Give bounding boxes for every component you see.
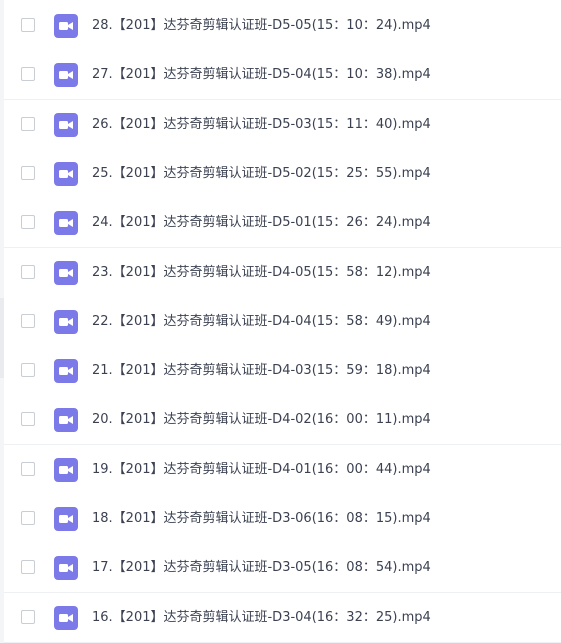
file-name[interactable]: 17.【201】达芬奇剪辑认证班-D3-05(16：08：54).mp4 <box>92 543 431 593</box>
file-name[interactable]: 22.【201】达芬奇剪辑认证班-D4-04(15：58：49).mp4 <box>92 297 431 347</box>
row-checkbox[interactable] <box>21 215 35 230</box>
row-checkbox[interactable] <box>21 264 35 279</box>
file-name[interactable]: 24.【201】达芬奇剪辑认证班-D5-01(15：26：24).mp4 <box>92 198 431 248</box>
file-name[interactable]: 23.【201】达芬奇剪辑认证班-D4-05(15：58：12).mp4 <box>92 248 431 298</box>
video-file-icon <box>54 408 78 433</box>
row-checkbox[interactable] <box>21 165 35 180</box>
file-row[interactable]: 20.【201】达芬奇剪辑认证班-D4-02(16：00：11).mp4 <box>4 395 561 446</box>
file-row[interactable]: 21.【201】达芬奇剪辑认证班-D4-03(15：59：18).mp4 <box>4 346 561 397</box>
file-row[interactable]: 16.【201】达芬奇剪辑认证班-D3-04(16：32：25).mp4 <box>4 592 561 643</box>
file-row[interactable]: 26.【201】达芬奇剪辑认证班-D5-03(15：11：40).mp4 <box>4 99 561 150</box>
file-row[interactable]: 18.【201】达芬奇剪辑认证班-D3-06(16：08：15).mp4 <box>4 494 561 544</box>
row-checkbox[interactable] <box>21 511 35 525</box>
row-checkbox[interactable] <box>21 116 35 131</box>
video-file-icon <box>54 309 78 334</box>
row-checkbox[interactable] <box>21 560 35 575</box>
video-file-icon <box>54 556 78 581</box>
file-name[interactable]: 28.【201】达芬奇剪辑认证班-D5-05(15：10：24).mp4 <box>92 1 431 51</box>
video-file-icon <box>54 260 78 285</box>
file-row[interactable]: 28.【201】达芬奇剪辑认证班-D5-05(15：10：24).mp4 <box>4 1 561 51</box>
file-row[interactable]: 19.【201】达芬奇剪辑认证班-D4-01(16：00：44).mp4 <box>4 444 561 495</box>
row-checkbox[interactable] <box>21 363 35 378</box>
file-name[interactable]: 18.【201】达芬奇剪辑认证班-D3-06(16：08：15).mp4 <box>92 494 431 544</box>
video-file-icon <box>54 457 78 482</box>
row-checkbox[interactable] <box>21 461 35 476</box>
video-file-icon <box>54 161 78 186</box>
video-file-icon <box>54 211 78 236</box>
video-file-icon <box>54 359 78 384</box>
file-name[interactable]: 16.【201】达芬奇剪辑认证班-D3-04(16：32：25).mp4 <box>92 593 431 643</box>
video-file-icon <box>54 14 78 38</box>
video-file-icon <box>54 63 78 88</box>
file-name[interactable]: 20.【201】达芬奇剪辑认证班-D4-02(16：00：11).mp4 <box>92 395 431 445</box>
row-checkbox[interactable] <box>21 18 35 32</box>
file-list: 28.【201】达芬奇剪辑认证班-D5-05(15：10：24).mp4 27.… <box>4 0 561 643</box>
file-name[interactable]: 21.【201】达芬奇剪辑认证班-D4-03(15：59：18).mp4 <box>92 346 431 396</box>
file-row[interactable]: 25.【201】达芬奇剪辑认证班-D5-02(15：25：55).mp4 <box>4 148 561 199</box>
file-name[interactable]: 26.【201】达芬奇剪辑认证班-D5-03(15：11：40).mp4 <box>92 100 431 150</box>
row-checkbox[interactable] <box>21 412 35 427</box>
row-checkbox[interactable] <box>21 313 35 328</box>
file-row[interactable]: 27.【201】达芬奇剪辑认证班-D5-04(15：10：38).mp4 <box>4 50 561 101</box>
video-file-icon <box>54 507 78 531</box>
file-name[interactable]: 19.【201】达芬奇剪辑认证班-D4-01(16：00：44).mp4 <box>92 445 431 495</box>
file-name[interactable]: 27.【201】达芬奇剪辑认证班-D5-04(15：10：38).mp4 <box>92 50 431 100</box>
file-row[interactable]: 24.【201】达芬奇剪辑认证班-D5-01(15：26：24).mp4 <box>4 198 561 249</box>
row-checkbox[interactable] <box>21 609 35 624</box>
video-file-icon <box>54 605 78 630</box>
row-checkbox[interactable] <box>21 67 35 82</box>
video-file-icon <box>54 112 78 137</box>
file-row[interactable]: 17.【201】达芬奇剪辑认证班-D3-05(16：08：54).mp4 <box>4 543 561 594</box>
file-name[interactable]: 25.【201】达芬奇剪辑认证班-D5-02(15：25：55).mp4 <box>92 149 431 199</box>
file-row[interactable]: 22.【201】达芬奇剪辑认证班-D4-04(15：58：49).mp4 <box>4 296 561 347</box>
file-row[interactable]: 23.【201】达芬奇剪辑认证班-D4-05(15：58：12).mp4 <box>4 247 561 298</box>
